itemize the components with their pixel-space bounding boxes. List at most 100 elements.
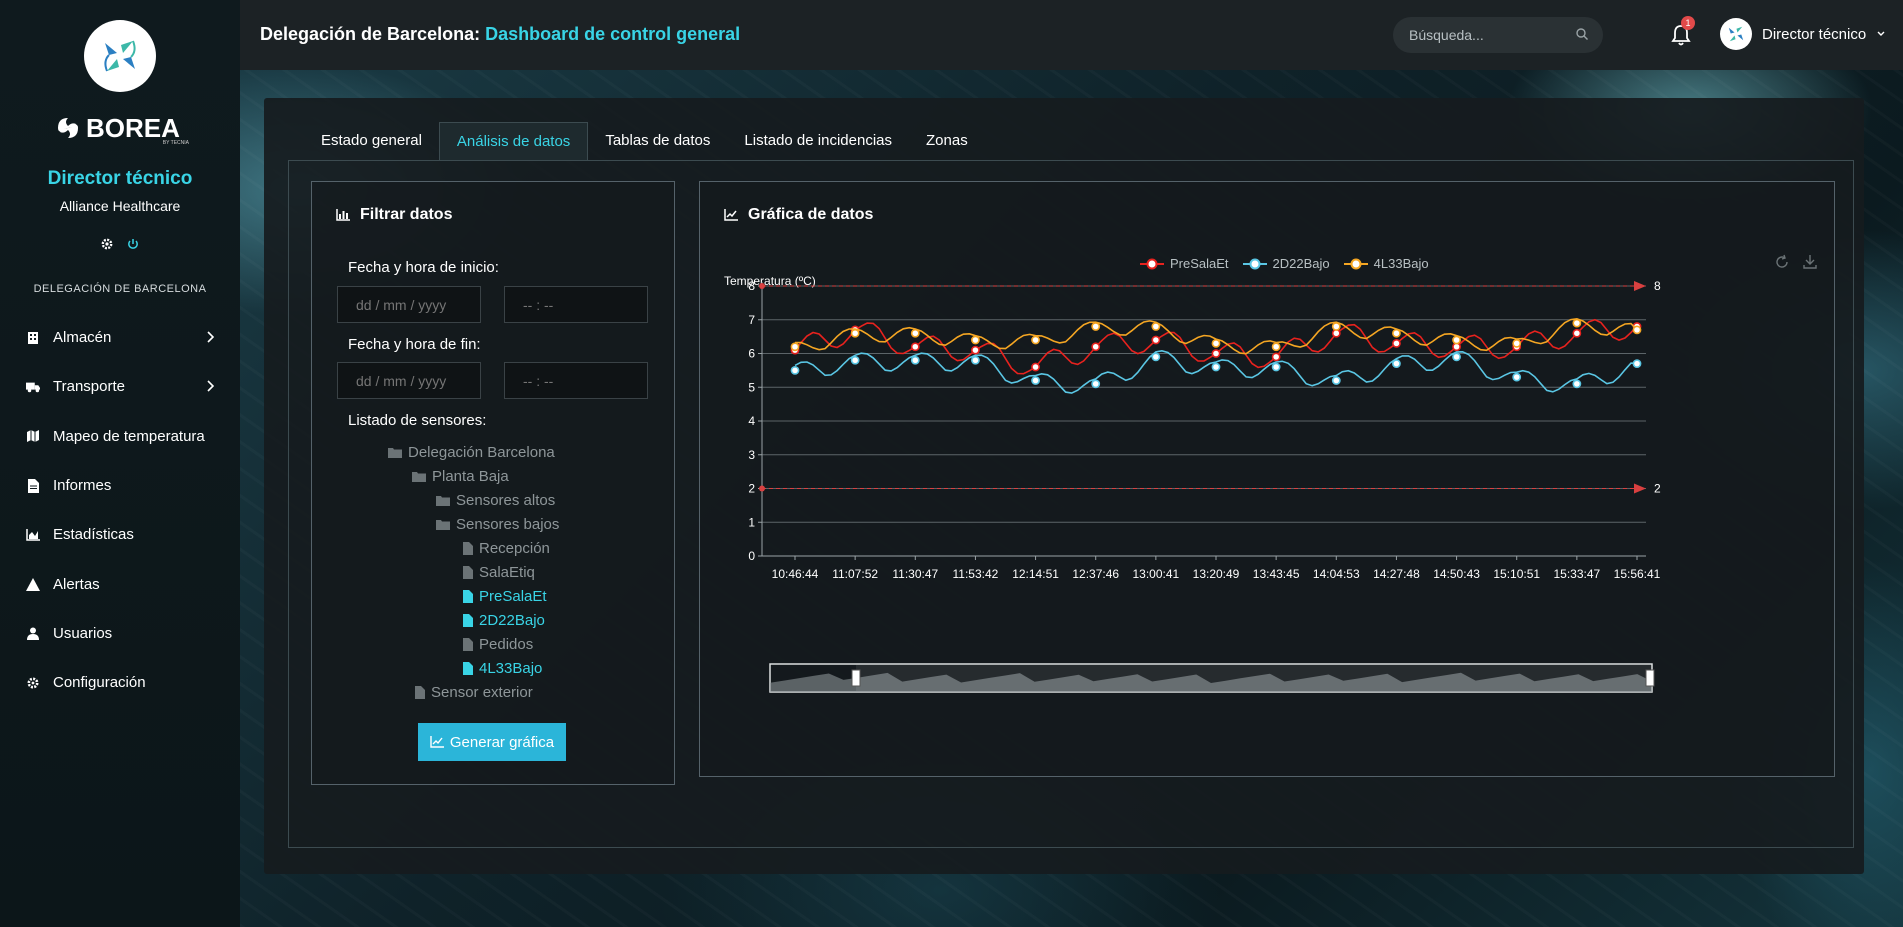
tree-node-label: Planta Baja (432, 468, 509, 485)
avatar-logo-icon (1728, 26, 1744, 42)
tree-node-recepcion[interactable]: Recepción (463, 540, 550, 557)
sidebar-item-informes[interactable]: Informes (0, 461, 240, 510)
tab-analisis-datos[interactable]: Análisis de datos (438, 122, 589, 160)
sidebar-item-usuarios[interactable]: Usuarios (0, 609, 240, 658)
folder-icon (412, 472, 426, 482)
x-tick-label: 12:14:51 (1012, 567, 1059, 581)
data-point (1632, 325, 1642, 335)
tree-node-pedidos[interactable]: Pedidos (463, 636, 533, 653)
end-date-input[interactable] (337, 362, 481, 399)
x-tick-label: 13:20:49 (1193, 567, 1240, 581)
y-tick-label: 4 (748, 414, 755, 428)
file-icon (463, 566, 473, 579)
x-tick-label: 11:53:42 (953, 567, 999, 581)
data-point (910, 342, 920, 352)
start-label: Fecha y hora de inicio: (348, 259, 499, 276)
sidebar-item-alertas[interactable]: Alertas (0, 559, 240, 608)
tab-listado-incidencias[interactable]: Listado de incidencias (727, 122, 909, 160)
sidebar-item-label: Mapeo de temperatura (53, 427, 205, 445)
folder-icon (388, 448, 402, 458)
zoom-slider (769, 663, 1655, 693)
brand-sub: BY TECNIA (162, 140, 189, 146)
x-tick-label: 15:56:41 (1614, 567, 1661, 581)
chart-series (790, 317, 1642, 394)
tree-node-2d22bajo[interactable]: 2D22Bajo (463, 612, 545, 629)
page-title-accent: Dashboard de control general (485, 24, 741, 44)
tree-node-delegacion[interactable]: Delegación Barcelona (388, 444, 555, 461)
tab-estado-general[interactable]: Estado general (304, 122, 439, 160)
tree-node-planta-baja[interactable]: Planta Baja (412, 468, 509, 485)
y-tick-label: 2 (748, 482, 755, 496)
data-point (1512, 338, 1522, 348)
sidebar-item-label: Transporte (53, 378, 125, 396)
search-input[interactable] (1409, 27, 1559, 43)
tab-panel: Filtrar datos Fecha y hora de inicio: Fe… (288, 160, 1854, 848)
building-icon (26, 331, 40, 345)
sidebar-item-mapeo[interactable]: Mapeo de temperatura (0, 412, 240, 461)
sidebar-item-estadisticas[interactable]: Estadísticas (0, 510, 240, 559)
logo-icon (104, 40, 136, 72)
user-menu[interactable]: Director técnico (1720, 18, 1886, 50)
file-icon (26, 478, 40, 493)
tree-node-sensores-bajos[interactable]: Sensores bajos (436, 516, 559, 533)
file-icon (463, 542, 473, 555)
x-tick-label: 11:30:47 (892, 567, 938, 581)
threshold-arrow (1634, 281, 1646, 291)
threshold-start-marker (759, 283, 765, 289)
tree-node-4l33bajo[interactable]: 4L33Bajo (463, 660, 542, 677)
data-point (1151, 352, 1161, 362)
brand-mark-icon (58, 118, 78, 138)
sidebar: BOREA BY TECNIA Director técnico Allianc… (0, 0, 240, 927)
gear-icon (26, 676, 40, 690)
y-tick-label: 3 (748, 448, 755, 462)
sidebar-item-almacen[interactable]: Almacén (0, 313, 240, 362)
sidebar-nav: Almacén Transporte Mapeo de temperatura … (0, 313, 240, 707)
tree-node-sensor-exterior[interactable]: Sensor exterior (415, 684, 533, 701)
y-tick-label: 0 (748, 549, 755, 563)
tree-node-salaetiq[interactable]: SalaEtiq (463, 564, 535, 581)
tree-node-label: Pedidos (479, 636, 534, 653)
tree-node-presalaet[interactable]: PreSalaEt (463, 588, 547, 605)
tab-zonas[interactable]: Zonas (909, 122, 985, 160)
tree-node-label: PreSalaEt (479, 588, 547, 605)
folder-icon (436, 520, 450, 530)
tab-tablas-datos[interactable]: Tablas de datos (588, 122, 727, 160)
series-line-4L33Bajo (794, 317, 1638, 355)
y-tick-label: 8 (748, 279, 755, 293)
data-point (1151, 335, 1161, 345)
file-icon (463, 614, 473, 627)
zoom-handle-end[interactable] (1645, 669, 1655, 687)
data-point (1331, 376, 1341, 385)
truck-icon (26, 380, 40, 394)
end-time-input[interactable] (504, 362, 648, 399)
tree-node-sensores-altos[interactable]: Sensores altos (436, 492, 555, 509)
search-icon[interactable] (1575, 27, 1589, 41)
avatar (1720, 18, 1752, 50)
temperature-chart: 0 1 2 3 4 5 6 7 8 10:46:44 11:07:52 11:30:47 11:53:4… (748, 279, 1661, 693)
warning-icon (26, 577, 40, 591)
zoom-handle-start[interactable] (851, 669, 861, 687)
data-point (1031, 376, 1040, 385)
topbar: Delegación de Barcelona: Dashboard de co… (240, 0, 1903, 70)
data-point (1271, 362, 1281, 372)
notification-badge: 1 (1681, 16, 1695, 30)
sidebar-item-label: Alertas (53, 575, 100, 593)
filter-title: Filtrar datos (336, 206, 452, 224)
user-name: Director técnico (1762, 25, 1867, 43)
settings-gear-icon[interactable] (100, 237, 114, 251)
threshold-label: 8 (1654, 279, 1661, 293)
data-point (1572, 318, 1582, 328)
power-icon[interactable] (126, 237, 140, 251)
page-title: Delegación de Barcelona: Dashboard de co… (260, 24, 740, 45)
generate-chart-button[interactable]: Generar gráfica (418, 723, 566, 761)
start-time-input[interactable] (504, 286, 648, 323)
sidebar-item-configuracion[interactable]: Configuración (0, 658, 240, 707)
data-point (971, 355, 980, 365)
tree-node-label: SalaEtiq (479, 564, 535, 581)
data-point (1271, 352, 1281, 362)
map-icon (26, 429, 40, 443)
data-point (971, 335, 980, 345)
data-point (1392, 328, 1401, 338)
start-date-input[interactable] (337, 286, 481, 323)
sidebar-item-transporte[interactable]: Transporte (0, 362, 240, 411)
